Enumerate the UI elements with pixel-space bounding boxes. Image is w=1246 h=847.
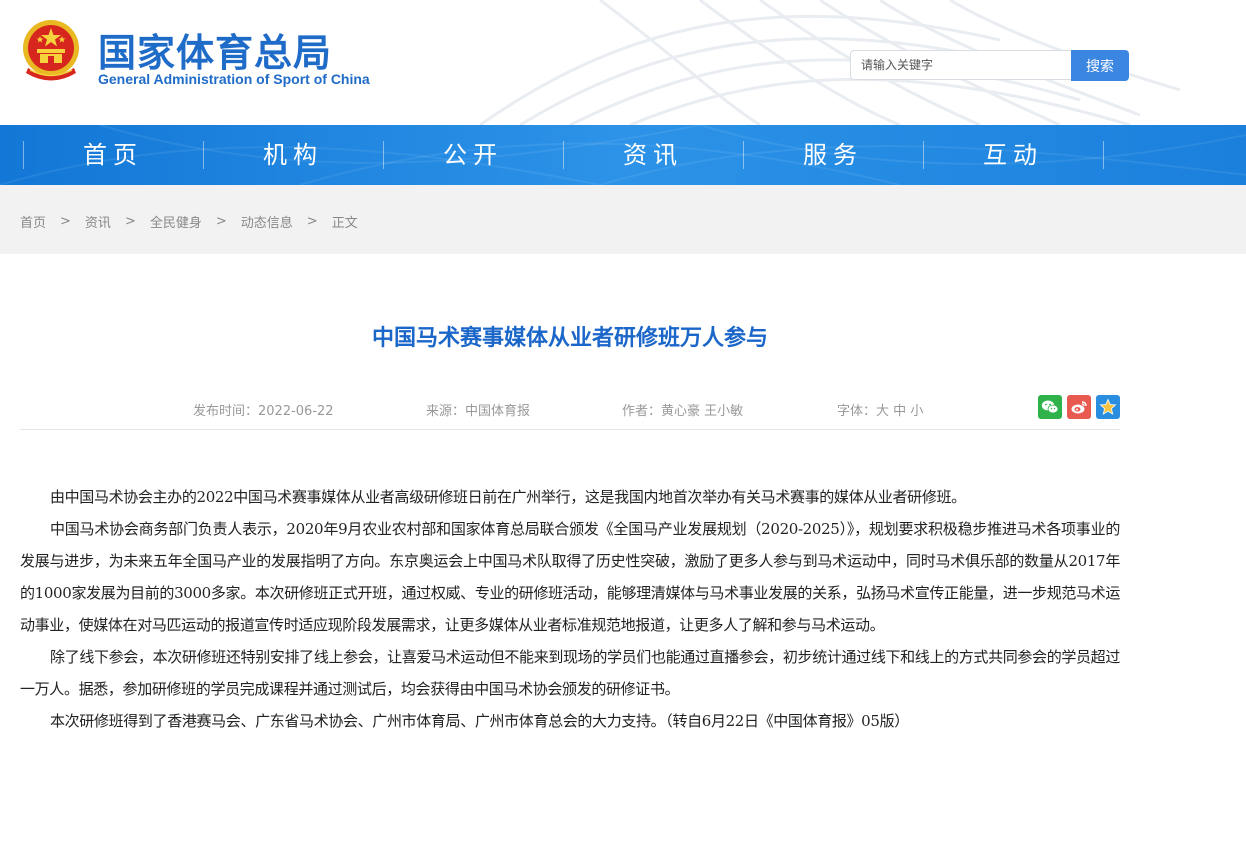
favorite-star-icon xyxy=(1099,398,1117,415)
site-logo-title[interactable]: 国家体育总局 xyxy=(98,22,332,77)
article-body: 由中国马术协会主办的2022中国马术赛事媒体从业者高级研修班日前在广州举行，这是… xyxy=(20,481,1120,737)
nav-divider xyxy=(923,141,924,169)
site-header: 国家体育总局 General Administration of Sport o… xyxy=(0,0,1246,125)
site-logo-subtitle[interactable]: General Administration of Sport of China xyxy=(98,71,370,87)
article-paragraph: 本次研修班得到了香港赛马会、广东省马术协会、广州市体育局、广州市体育总会的大力支… xyxy=(50,712,909,730)
breadcrumb-updates-link[interactable]: 动态信息 xyxy=(241,212,293,231)
font-size-medium-button[interactable]: 中 xyxy=(893,404,906,419)
nav-item-news[interactable]: 资讯 xyxy=(563,125,743,185)
article-title: 中国马术赛事媒体从业者研修班万人参与 xyxy=(371,326,768,351)
national-emblem-icon xyxy=(23,20,79,81)
breadcrumb: 首页 > 资讯 > 全民健身 > 动态信息 > 正文 xyxy=(20,212,358,231)
breadcrumb-fitness-link[interactable]: 全民健身 xyxy=(150,212,202,231)
wechat-icon xyxy=(1041,400,1059,414)
publish-time: 发布时间：2022-06-22 xyxy=(193,404,334,419)
share-favorite-button[interactable] xyxy=(1096,395,1120,419)
nav-divider xyxy=(383,141,384,169)
font-size-selector: 字体：大 中 小 xyxy=(837,400,923,419)
nav-item-public[interactable]: 公开 xyxy=(383,125,563,185)
breadcrumb-separator: > xyxy=(306,214,318,229)
meta-divider xyxy=(20,429,1120,430)
search-input[interactable] xyxy=(850,50,1072,80)
breadcrumb-separator: > xyxy=(215,214,227,229)
nav-divider xyxy=(203,141,204,169)
share-wechat-button[interactable] xyxy=(1038,395,1062,419)
nav-item-home[interactable]: 首页 xyxy=(23,125,203,185)
nav-item-interaction[interactable]: 互动 xyxy=(923,125,1103,185)
nav-divider xyxy=(23,141,24,169)
font-size-small-button[interactable]: 小 xyxy=(910,404,923,419)
weibo-icon xyxy=(1071,401,1087,414)
nav-divider xyxy=(563,141,564,169)
nav-divider xyxy=(743,141,744,169)
article-paragraph: 中国马术协会商务部门负责人表示，2020年9月农业农村部和国家体育总局联合颁发《… xyxy=(20,520,1120,634)
search-button[interactable]: 搜索 xyxy=(1071,50,1129,81)
breadcrumb-separator: > xyxy=(124,214,136,229)
share-weibo-button[interactable] xyxy=(1067,395,1091,419)
article-source: 来源：中国体育报 xyxy=(426,404,531,419)
font-size-large-button[interactable]: 大 xyxy=(876,404,889,419)
article-paragraph: 除了线下参会，本次研修班还特别安排了线上参会，让喜爱马术运动但不能来到现场的学员… xyxy=(20,648,1120,698)
article-author: 作者：黄心豪 王小敏 xyxy=(622,404,744,419)
nav-divider xyxy=(1103,141,1104,169)
breadcrumb-home-link[interactable]: 首页 xyxy=(20,212,46,231)
nav-item-services[interactable]: 服务 xyxy=(743,125,923,185)
font-size-label: 字体： xyxy=(837,404,877,419)
breadcrumb-news-link[interactable]: 资讯 xyxy=(85,212,111,231)
breadcrumb-separator: > xyxy=(60,214,71,229)
nav-item-organization[interactable]: 机构 xyxy=(203,125,383,185)
breadcrumb-current: 正文 xyxy=(331,216,358,231)
article-paragraph: 由中国马术协会主办的2022中国马术赛事媒体从业者高级研修班日前在广州举行，这是… xyxy=(50,488,966,506)
main-navigation: 首页 机构 公开 资讯 服务 互动 xyxy=(0,125,1246,185)
